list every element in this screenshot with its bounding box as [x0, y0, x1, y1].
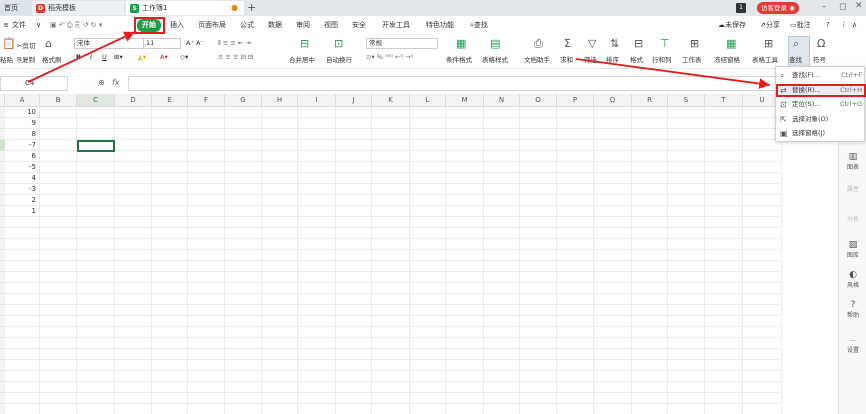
arrow-to-start — [27, 31, 136, 83]
annotation-arrows — [27, 31, 771, 89]
arrow-to-replace — [575, 58, 771, 89]
